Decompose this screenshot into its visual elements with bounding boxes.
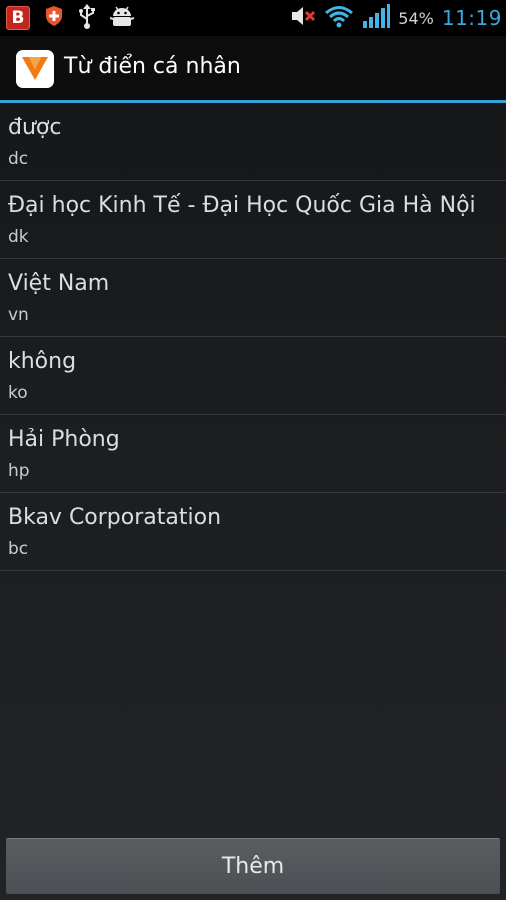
android-debug-icon [109,4,135,32]
signal-icon [362,3,391,33]
action-bar: Từ điển cá nhân [0,36,506,100]
usb-icon [78,3,96,33]
system-icons: 54% 11:19 [290,4,502,32]
dictionary-list: được dc Đại học Kinh Tế - Đại Học Quốc G… [0,103,506,571]
volume-muted-icon [290,4,316,32]
entry-word: Đại học Kinh Tế - Đại Học Quốc Gia Hà Nộ… [8,193,476,218]
list-item[interactable]: Việt Nam vn [0,259,506,337]
entry-shortcut: dc [8,149,29,169]
clock: 11:19 [441,6,502,30]
bkav-b-icon: B [6,6,30,30]
entry-shortcut: hp [8,461,30,481]
add-button[interactable]: Thêm [6,838,500,894]
status-bar: B 54% 11:19 [0,0,506,36]
list-item[interactable]: được dc [0,103,506,181]
entry-word: không [8,349,77,374]
battery-percentage: 54% [398,8,434,28]
entry-word: được [8,115,62,140]
entry-shortcut: bc [8,539,29,559]
wifi-icon [324,4,354,32]
notification-icons: B [6,3,135,33]
shield-icon [44,5,64,31]
entry-shortcut: dk [8,227,29,247]
list-item[interactable]: không ko [0,337,506,415]
entry-shortcut: vn [8,305,29,325]
entry-word: Hải Phòng [8,427,120,452]
entry-shortcut: ko [8,383,28,403]
list-item[interactable]: Bkav Corporatation bc [0,493,506,571]
entry-word: Bkav Corporatation [8,505,222,530]
list-item[interactable]: Đại học Kinh Tế - Đại Học Quốc Gia Hà Nộ… [0,181,506,259]
page-title: Từ điển cá nhân [64,54,241,79]
list-item[interactable]: Hải Phòng hp [0,415,506,493]
app-logo-icon[interactable] [16,50,54,88]
entry-word: Việt Nam [8,271,110,296]
screen: B 54% 11:19 Từ điển cá nhân được dc Đại … [0,0,506,900]
